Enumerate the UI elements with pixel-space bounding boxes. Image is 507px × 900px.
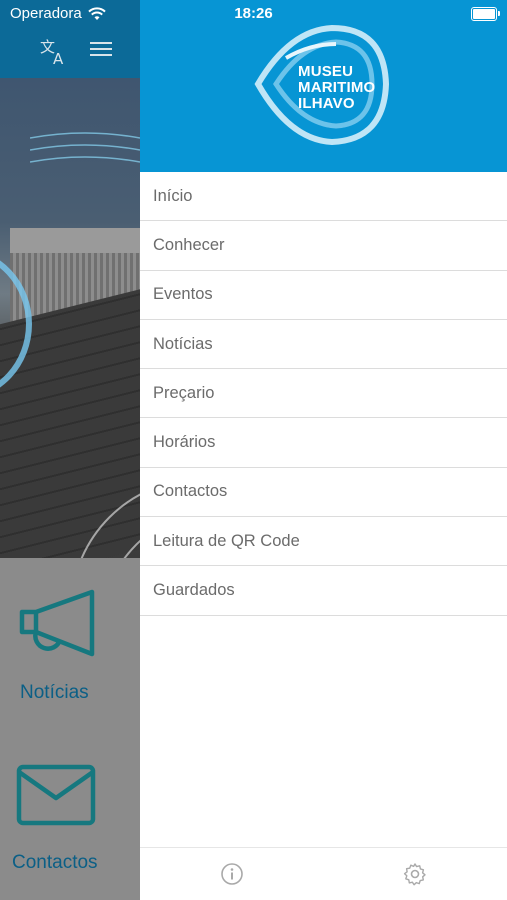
menu-item-guardados[interactable]: Guardados [140, 566, 507, 616]
menu-item-horarios[interactable]: Horários [140, 418, 507, 468]
logo-line-2: MARITIMO [298, 79, 376, 96]
menu-item-conhecer[interactable]: Conhecer [140, 221, 507, 271]
settings-gear-icon[interactable] [403, 862, 427, 886]
menu-item-precario[interactable]: Preçario [140, 369, 507, 419]
envelope-icon[interactable] [16, 764, 96, 826]
carrier-label: Operadora [10, 5, 82, 22]
logo-line-1: MUSEU [298, 63, 354, 80]
menu-item-noticias[interactable]: Notícias [140, 320, 507, 370]
tile-label-noticias[interactable]: Notícias [20, 682, 89, 704]
logo-line-3: ILHAVO [298, 95, 355, 112]
drawer-menu: Início Conhecer Eventos Notícias Preçari… [140, 172, 507, 616]
drawer-footer [140, 847, 507, 900]
status-bar-left: Operadora [10, 5, 106, 22]
drawer-header: MUSEU MARITIMO ILHAVO [140, 0, 507, 172]
megaphone-icon[interactable] [16, 588, 98, 660]
battery-icon [471, 7, 500, 21]
tile-label-contactos[interactable]: Contactos [12, 852, 98, 874]
menu-item-eventos[interactable]: Eventos [140, 271, 507, 320]
menu-item-qr-code[interactable]: Leitura de QR Code [140, 517, 507, 567]
logo-text: MUSEU MARITIMO ILHAVO [298, 64, 375, 112]
menu-item-inicio[interactable]: Início [140, 172, 507, 222]
translate-icon[interactable]: 文 A [38, 38, 68, 66]
svg-text:A: A [53, 50, 64, 66]
hamburger-menu-icon[interactable] [88, 38, 114, 60]
decorative-waves [30, 132, 140, 163]
wifi-icon [88, 6, 106, 20]
navigation-drawer: MUSEU MARITIMO ILHAVO Início Conhecer Ev… [140, 0, 507, 900]
menu-item-contactos[interactable]: Contactos [140, 468, 507, 518]
info-icon[interactable] [220, 862, 244, 886]
museum-logo: MUSEU MARITIMO ILHAVO [250, 22, 390, 148]
